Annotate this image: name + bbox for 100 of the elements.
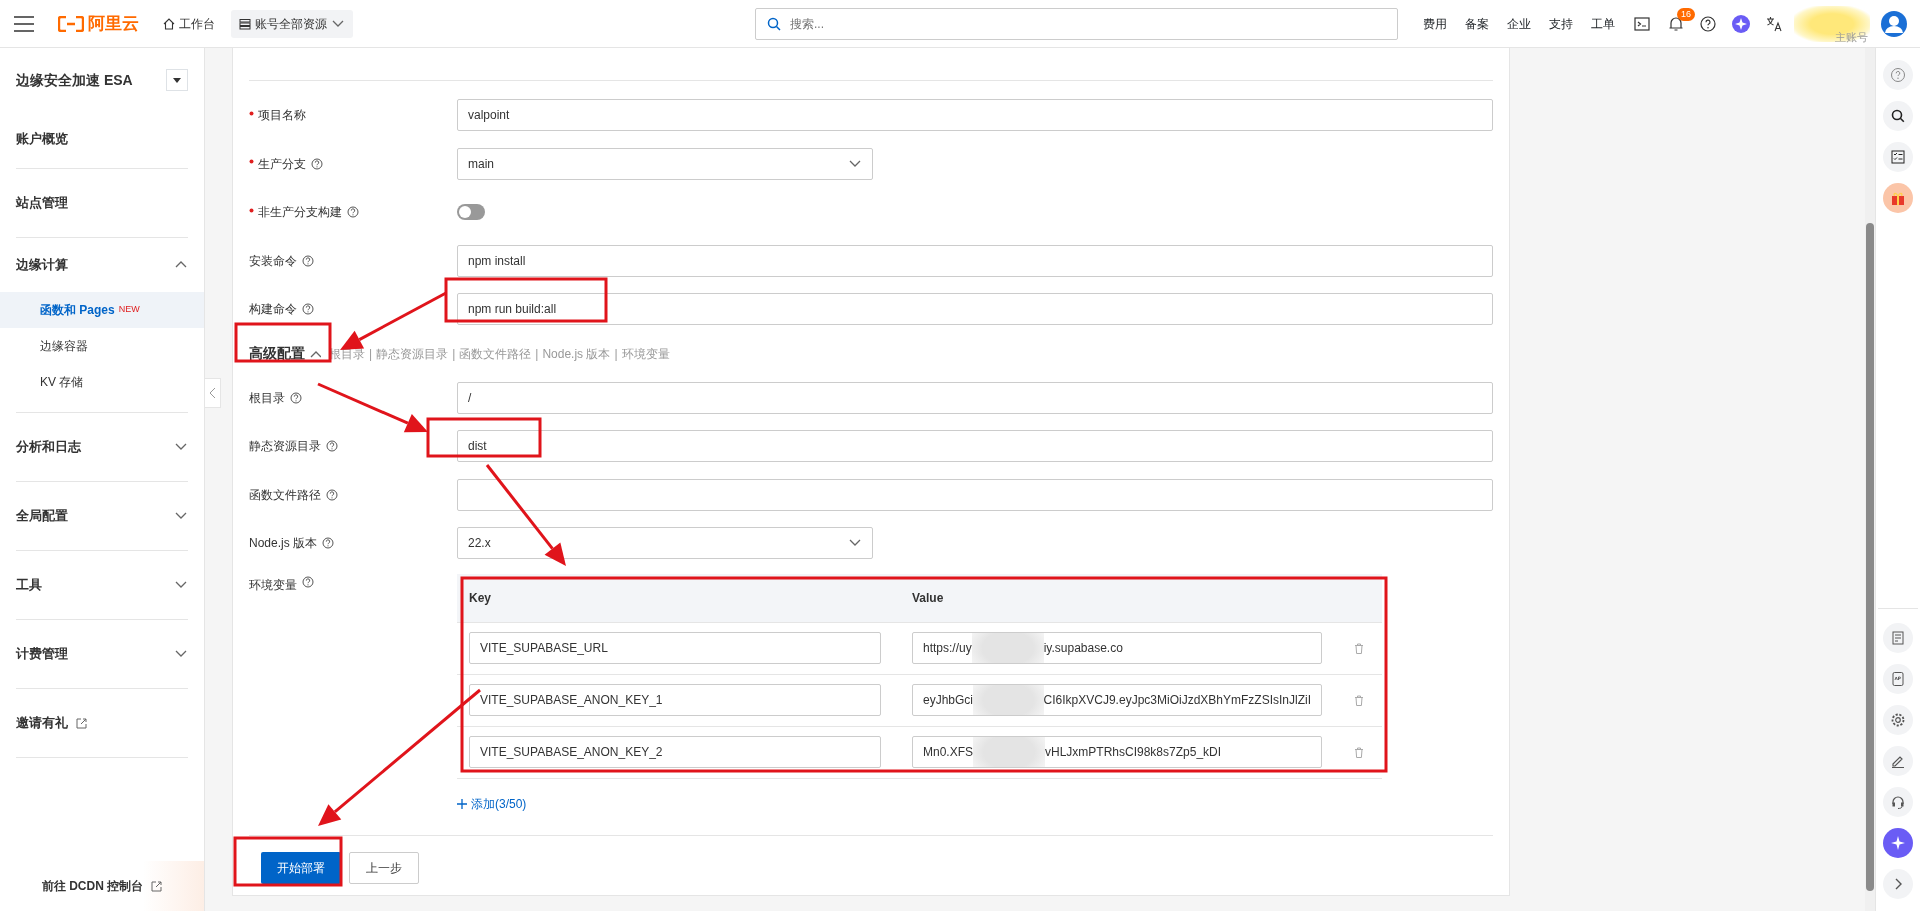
input-field[interactable]: valpoint [457, 99, 1493, 132]
top-nav-link[interactable]: 费用 [1423, 14, 1447, 33]
search-field[interactable]: 搜索... [755, 7, 1398, 40]
input-field[interactable] [457, 478, 1493, 511]
sidebar-item[interactable]: 边缘计算 [16, 238, 188, 292]
app-icon [1890, 671, 1906, 687]
home-icon [163, 17, 175, 30]
separator-text: | [614, 345, 618, 363]
start-deploy-button[interactable]: 开始部署 [261, 851, 341, 884]
field-label: 非生产分支构建 [258, 204, 342, 222]
input-field[interactable]: / [457, 381, 1493, 414]
value-text: https://uy [923, 640, 972, 657]
separator-text: | [452, 345, 456, 363]
input-field[interactable]: VITE_SUPABASE_ANON_KEY_1 [469, 684, 881, 716]
resource-dropdown[interactable]: 账号全部资源 [231, 9, 353, 38]
advanced-toggle[interactable]: 高级配置 [249, 343, 321, 364]
input-field[interactable]: Mn0.XFS vHLJxmPTRhsCI98k8s7Zp5_kDI [912, 736, 1322, 768]
input-field[interactable]: VITE_SUPABASE_URL [469, 632, 881, 664]
bell-icon[interactable] [1668, 15, 1684, 32]
terminal-icon[interactable] [1634, 15, 1650, 32]
checklist-button[interactable] [1883, 142, 1913, 172]
input-field[interactable]: VITE_SUPABASE_ANON_KEY_2 [469, 736, 881, 768]
gift-button[interactable] [1883, 183, 1913, 213]
select-field[interactable]: 22.x [457, 527, 873, 560]
sidebar-item[interactable]: 账户概览 [16, 110, 188, 168]
sidebar-item[interactable]: 全局配置 [16, 482, 188, 550]
sidebar-item[interactable]: 站点管理 [16, 169, 188, 237]
sidebar-subitem[interactable]: 边缘容器 [0, 328, 204, 364]
trash-icon[interactable] [1354, 746, 1364, 758]
chevron-right-button[interactable] [1883, 869, 1913, 899]
headset-button[interactable] [1883, 787, 1913, 817]
collapse-handle[interactable] [205, 378, 221, 408]
sparkle-icon[interactable] [1732, 14, 1750, 33]
menu-icon[interactable] [14, 15, 34, 32]
sidebar-subitem[interactable]: KV 存储 [0, 364, 204, 400]
checklist-icon [1890, 149, 1906, 165]
dcdn-console-link[interactable]: 前往 DCDN 控制台 [41, 877, 144, 895]
sidebar-item[interactable]: 邀请有礼 [16, 689, 188, 757]
field-label: 静态资源目录 [249, 438, 321, 456]
top-nav-link[interactable]: 支持 [1549, 14, 1573, 33]
app-button[interactable] [1883, 664, 1913, 694]
scrollbar[interactable] [1865, 48, 1875, 911]
search-icon [1890, 108, 1906, 124]
workbench-button[interactable]: 工作台 [155, 9, 223, 38]
field-label: 构建命令 [249, 301, 297, 319]
field-label: Node.js 版本 [249, 535, 318, 553]
account-role: 主账号 [1835, 30, 1868, 45]
sidebar-subitem[interactable]: 函数和 Pages NEW [0, 292, 204, 328]
product-dropdown[interactable] [166, 69, 188, 91]
top-nav-link[interactable]: 备案 [1465, 14, 1489, 33]
input-field[interactable]: eyJhbGci CI6IkpXVCJ9.eyJpc3MiOiJzdXBhYmFzZSIsInJlZiI [912, 684, 1322, 716]
sidebar-item[interactable]: 分析和日志 [16, 413, 188, 481]
add-button[interactable]: 添加(3/50) [457, 794, 527, 813]
required-mark [249, 208, 254, 213]
select-field[interactable]: main [457, 147, 873, 180]
separator-text: | [369, 345, 373, 363]
separator-text: | [535, 345, 539, 363]
input-field[interactable]: npm install [457, 244, 1493, 277]
new-label: NEW [118, 303, 140, 317]
external-link-icon [151, 880, 163, 892]
field-label: 函数文件路径 [249, 486, 321, 504]
column-header: Key [468, 589, 492, 607]
top-nav-link[interactable]: 企业 [1507, 14, 1531, 33]
product-title: 边缘安全加速 ESA [16, 70, 133, 90]
field-label: 根目录 [249, 389, 285, 407]
toggle-switch[interactable] [457, 204, 485, 221]
settings-icon [1890, 712, 1906, 728]
input-field[interactable]: dist [457, 430, 1493, 463]
caret-icon [173, 77, 181, 83]
brand-name: 阿里云 [88, 12, 139, 35]
gift-icon [1890, 190, 1906, 206]
sidebar-item[interactable]: 计费管理 [16, 620, 188, 688]
top-nav-link[interactable]: 工单 [1591, 14, 1615, 33]
stack-icon [239, 17, 251, 30]
field-label: 生产分支 [258, 155, 306, 173]
field-label: 项目名称 [258, 107, 306, 125]
trash-icon[interactable] [1354, 642, 1364, 654]
search-icon [767, 16, 781, 31]
notification-badge: 16 [1677, 7, 1695, 21]
input-field[interactable]: npm run build:all [457, 293, 1493, 326]
search-button[interactable] [1883, 101, 1913, 131]
input-field[interactable]: https://uy iy.supabase.co [912, 632, 1322, 664]
previous-step-button[interactable]: 上一步 [349, 851, 419, 884]
value-text: Mn0.XFS [923, 744, 973, 761]
help-button[interactable] [1883, 60, 1913, 90]
plus-icon [457, 798, 467, 809]
value-text: CI6IkpXVCJ9.eyJpc3MiOiJzdXBhYmFzZSIsInJlZiI [1043, 692, 1311, 709]
trash-icon[interactable] [1354, 694, 1364, 706]
sidebar-item[interactable]: 工具 [16, 551, 188, 619]
chevron-left-icon [209, 387, 216, 399]
settings-button[interactable] [1883, 705, 1913, 735]
avatar-icon[interactable] [1880, 9, 1908, 38]
edit-button[interactable] [1883, 746, 1913, 776]
sparkle-button[interactable] [1883, 828, 1913, 858]
value-text: iy.supabase.co [1043, 640, 1123, 657]
help-icon[interactable] [1700, 15, 1716, 32]
translate-icon[interactable] [1766, 15, 1782, 32]
required-mark [249, 159, 254, 164]
logo-icon [58, 15, 84, 32]
document-button[interactable] [1883, 623, 1913, 653]
